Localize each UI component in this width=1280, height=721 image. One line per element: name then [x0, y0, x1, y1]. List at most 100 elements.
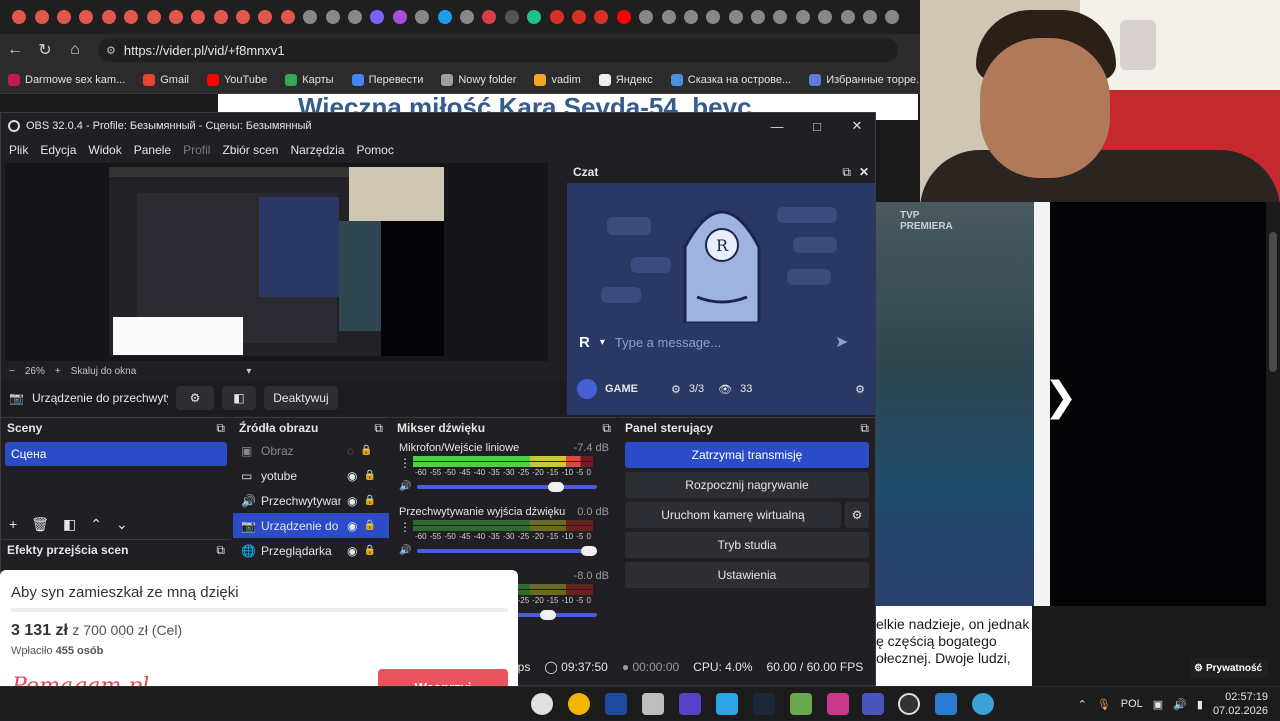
volume-slider[interactable] [417, 545, 597, 556]
virtual-camera-button[interactable]: Uruchom kamerę wirtualną [625, 502, 841, 528]
lock-icon[interactable]: 🔒 [360, 445, 372, 456]
page-scrollbar[interactable] [1266, 202, 1280, 686]
menu-item[interactable]: Widok [88, 143, 121, 157]
browser-tab[interactable] [635, 0, 657, 34]
browser-tab[interactable] [344, 0, 366, 34]
browser-tab[interactable] [456, 0, 478, 34]
app-icon[interactable] [827, 693, 849, 715]
app-icon[interactable] [716, 693, 738, 715]
bookmark-item[interactable]: vadim [534, 73, 581, 86]
browser-tab[interactable] [769, 0, 791, 34]
eye-icon[interactable]: ◉ [347, 519, 357, 533]
channel-menu-icon[interactable]: ⋮ [399, 456, 411, 477]
browser-tab[interactable] [433, 0, 455, 34]
speaker-icon[interactable]: 🔊 [399, 545, 411, 556]
app-icon[interactable] [531, 693, 553, 715]
add-icon[interactable]: + [9, 516, 17, 533]
browser-tab[interactable] [478, 0, 500, 34]
browser-tab[interactable] [680, 0, 702, 34]
chat-message-input[interactable]: Type a message... [615, 335, 825, 350]
app-icon[interactable] [605, 693, 627, 715]
volume-slider-handle[interactable] [548, 481, 565, 492]
send-icon[interactable]: ➤ [835, 332, 848, 352]
browser-tab[interactable] [8, 0, 30, 34]
video-player[interactable]: TVP PREMIERA ❯ [876, 202, 1280, 606]
browser-tab[interactable] [725, 0, 747, 34]
source-item[interactable]: 🔊 Przechwytywan ◉ 🔒 [233, 488, 389, 513]
platform-icon[interactable]: R [579, 334, 590, 351]
bookmark-item[interactable]: Nowy folder [441, 73, 516, 86]
chevron-up-icon[interactable]: ⌃ [1078, 698, 1087, 711]
settings-icon[interactable]: ⚙ [855, 383, 865, 396]
browser-tab[interactable] [702, 0, 724, 34]
lock-icon[interactable]: 🔒 [363, 520, 375, 531]
browser-tab[interactable] [836, 0, 858, 34]
browser-tab[interactable] [187, 0, 209, 34]
menu-item[interactable]: Profil [183, 143, 210, 157]
zoom-out-button[interactable]: − [9, 366, 15, 377]
browser-tab[interactable] [277, 0, 299, 34]
chrome-icon[interactable] [568, 693, 590, 715]
browser-tab[interactable] [98, 0, 120, 34]
privacy-button[interactable]: ⚙ Prywatność [1190, 658, 1268, 678]
settings-button[interactable]: Ustawienia [625, 562, 869, 588]
language-indicator[interactable]: POL [1121, 698, 1143, 710]
virtual-camera-settings-button[interactable]: ⚙ [845, 502, 869, 528]
browser-tab[interactable] [232, 0, 254, 34]
browser-tab[interactable] [299, 0, 321, 34]
bookmark-item[interactable]: Яндекс [598, 73, 653, 86]
bookmark-item[interactable]: Gmail [143, 73, 189, 86]
eye-off-icon[interactable]: ◌ [347, 444, 354, 458]
source-item[interactable]: ▣ Obraz ◌ 🔒 [233, 438, 389, 463]
reload-button[interactable]: ↻ [30, 34, 60, 66]
start-recording-button[interactable]: Rozpocznij nagrywanie [625, 472, 869, 498]
chevron-down-icon[interactable]: ▾ [246, 366, 251, 377]
browser-tab[interactable] [321, 0, 343, 34]
bookmark-item[interactable]: Сказка на острове... [670, 73, 791, 86]
close-button[interactable]: ✕ [837, 113, 877, 139]
browser-tab[interactable] [523, 0, 545, 34]
steam-icon[interactable] [753, 693, 775, 715]
chevron-down-icon[interactable]: ⌄ [116, 516, 128, 533]
address-bar[interactable]: ⚙ https://vider.pl/vid/+f8mnxv1 [98, 38, 898, 62]
network-icon[interactable]: ▣ [1153, 698, 1163, 711]
browser-tab[interactable] [30, 0, 52, 34]
menu-item[interactable]: Zbiór scen [222, 143, 278, 157]
channel-menu-icon[interactable]: ⋮ [399, 520, 411, 541]
browser-tab[interactable] [881, 0, 903, 34]
source-filters-button[interactable]: ◧ [221, 386, 256, 410]
maximize-button[interactable]: □ [797, 113, 837, 139]
browser-tab[interactable] [792, 0, 814, 34]
eye-icon[interactable]: ◉ [347, 494, 357, 508]
browser-tab[interactable] [859, 0, 881, 34]
volume-slider-handle[interactable] [581, 545, 597, 556]
app-icon[interactable] [972, 693, 994, 715]
back-button[interactable]: ← [0, 34, 30, 66]
deactivate-button[interactable]: Deaktywuj [263, 386, 338, 410]
close-icon[interactable]: ✕ [859, 165, 869, 179]
browser-tab[interactable] [411, 0, 433, 34]
obs-icon[interactable] [898, 693, 920, 715]
chevron-down-icon[interactable]: ▾ [600, 337, 605, 348]
browser-tab[interactable] [142, 0, 164, 34]
menu-item[interactable]: Edycja [40, 143, 76, 157]
app-icon[interactable] [935, 693, 957, 715]
menu-item[interactable]: Panele [134, 143, 171, 157]
menu-item[interactable]: Plik [9, 143, 28, 157]
chevron-up-icon[interactable]: ⌃ [90, 516, 102, 533]
battery-icon[interactable]: ▮ [1197, 698, 1203, 711]
volume-slider[interactable] [417, 481, 597, 492]
scene-item[interactable]: Сцена [5, 442, 227, 466]
undock-icon[interactable]: ⧉ [216, 421, 225, 436]
bookmark-item[interactable]: YouTube [206, 73, 267, 86]
browser-tab[interactable] [545, 0, 567, 34]
teams-icon[interactable] [862, 693, 884, 715]
next-arrow-icon[interactable]: ❯ [1044, 374, 1078, 420]
browser-tab[interactable] [613, 0, 635, 34]
browser-tab[interactable] [165, 0, 187, 34]
browser-tab[interactable] [75, 0, 97, 34]
browser-tab[interactable] [389, 0, 411, 34]
bookmark-item[interactable]: Избранные торре... [809, 73, 925, 86]
bookmark-item[interactable]: Карты [285, 73, 334, 86]
app-icon[interactable] [642, 693, 664, 715]
